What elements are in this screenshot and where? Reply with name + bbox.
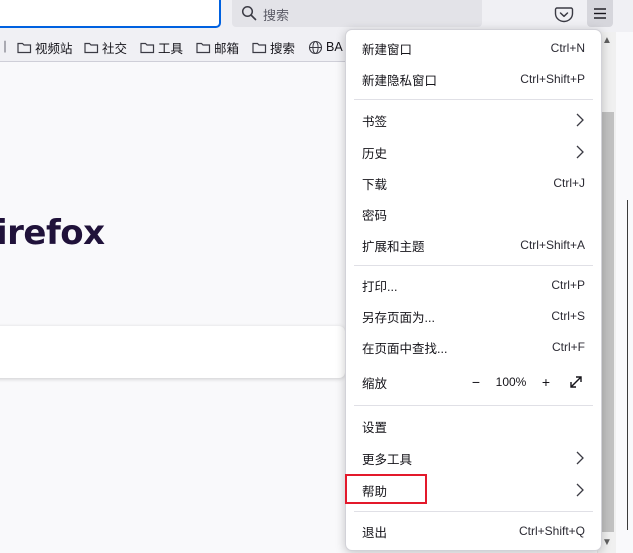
menu-item-shortcut: Ctrl+Shift+Q <box>518 524 585 538</box>
bookmark-folder[interactable]: 搜索 <box>252 39 296 56</box>
bookmark-label: 视频站 <box>35 41 73 56</box>
zoom-out-button[interactable]: − <box>467 373 485 391</box>
menu-bookmarks[interactable]: 书签 <box>354 106 593 134</box>
page-search-box[interactable] <box>0 326 345 378</box>
menu-item-label: 历史 <box>362 146 388 161</box>
app-menu-panel: 新建窗口 Ctrl+N 新建隐私窗口 Ctrl+Shift+P 书签 历史 下载… <box>345 29 602 551</box>
menu-quit[interactable]: 退出 Ctrl+Shift+Q <box>354 517 593 545</box>
menu-item-label: 另存页面为... <box>362 310 435 325</box>
menu-separator <box>354 99 593 100</box>
scrollbar-thumb[interactable] <box>600 112 614 532</box>
menu-downloads[interactable]: 下载 Ctrl+J <box>354 169 593 197</box>
bookmark-label: 邮箱 <box>214 41 240 56</box>
menu-print[interactable]: 打印... Ctrl+P <box>354 271 593 299</box>
zoom-in-button[interactable]: + <box>537 373 555 391</box>
menu-item-shortcut: Ctrl+J <box>553 176 585 190</box>
menu-item-shortcut: Ctrl+N <box>550 41 585 55</box>
menu-item-shortcut: Ctrl+F <box>552 340 585 354</box>
menu-new-private-window[interactable]: 新建隐私窗口 Ctrl+Shift+P <box>354 65 593 93</box>
bookmark-separator: ∣ <box>2 39 8 53</box>
menu-zoom: 缩放 − 100% + <box>354 368 593 396</box>
menu-item-shortcut: Ctrl+P <box>551 278 585 292</box>
menu-separator <box>354 511 593 512</box>
menu-item-label: 设置 <box>362 420 388 435</box>
menu-new-window[interactable]: 新建窗口 Ctrl+N <box>354 34 593 62</box>
menu-item-label: 在页面中查找... <box>362 341 448 356</box>
menu-item-shortcut: Ctrl+S <box>551 309 585 323</box>
bookmark-label: BA <box>326 40 343 54</box>
search-bar[interactable]: 搜索 <box>232 0 482 27</box>
bookmark-folder[interactable]: 邮箱 <box>196 39 240 56</box>
window-divider <box>627 200 628 530</box>
menu-item-shortcut: Ctrl+Shift+P <box>520 72 585 86</box>
menu-help[interactable]: 帮助 <box>354 476 593 504</box>
folder-icon <box>196 42 211 53</box>
folder-icon <box>17 42 32 53</box>
search-placeholder: 搜索 <box>263 8 290 23</box>
bookmark-folder[interactable]: 视频站 <box>17 39 73 56</box>
menu-item-label: 下载 <box>362 177 388 192</box>
bookmark-label: 搜索 <box>270 41 296 56</box>
folder-icon <box>252 42 267 53</box>
chevron-right-icon <box>576 113 584 127</box>
scroll-up-icon[interactable]: ▲ <box>600 34 614 48</box>
menu-history[interactable]: 历史 <box>354 138 593 166</box>
url-bar[interactable] <box>0 0 221 28</box>
scroll-down-icon[interactable]: ▼ <box>600 536 614 550</box>
menu-find-in-page[interactable]: 在页面中查找... Ctrl+F <box>354 333 593 361</box>
pocket-icon[interactable] <box>553 4 575 24</box>
menu-item-shortcut: Ctrl+Shift+A <box>520 238 585 252</box>
menu-item-label: 新建隐私窗口 <box>362 73 438 88</box>
window-edge <box>616 32 633 553</box>
globe-icon <box>308 40 323 54</box>
bookmark-label: 工具 <box>158 41 184 56</box>
menu-item-label: 扩展和主题 <box>362 239 425 254</box>
menu-settings[interactable]: 设置 <box>354 412 593 440</box>
menu-more-tools[interactable]: 更多工具 <box>354 444 593 472</box>
bookmark-folder[interactable]: 社交 <box>84 39 128 56</box>
hamburger-icon <box>587 8 613 30</box>
folder-icon <box>84 42 99 53</box>
app-menu-button[interactable] <box>587 0 613 27</box>
bookmark-label: 社交 <box>102 41 128 56</box>
chevron-right-icon <box>576 483 584 497</box>
menu-item-label: 帮助 <box>362 484 388 499</box>
chevron-right-icon <box>576 145 584 159</box>
bookmark-folder[interactable]: 工具 <box>140 39 184 56</box>
menu-item-label: 打印... <box>362 279 398 294</box>
menu-item-label: 更多工具 <box>362 452 413 467</box>
bookmark-link[interactable]: BA <box>308 39 343 55</box>
zoom-reset-button[interactable]: 100% <box>485 375 537 389</box>
menu-item-label: 退出 <box>362 525 388 540</box>
menu-separator <box>354 405 593 406</box>
nav-toolbar: 搜索 <box>0 0 633 32</box>
menu-item-label: 书签 <box>362 114 388 129</box>
menu-separator <box>354 265 593 266</box>
menu-addons-themes[interactable]: 扩展和主题 Ctrl+Shift+A <box>354 231 593 259</box>
menu-item-label: 密码 <box>362 208 388 223</box>
fullscreen-icon[interactable] <box>567 373 585 391</box>
zoom-controls: − 100% + <box>467 373 585 391</box>
menu-save-page-as[interactable]: 另存页面为... Ctrl+S <box>354 302 593 330</box>
magnifier-icon <box>241 5 257 21</box>
menu-item-label: 新建窗口 <box>362 42 413 57</box>
chevron-right-icon <box>576 451 584 465</box>
firefox-wordmark: irefox <box>0 213 105 253</box>
menu-passwords[interactable]: 密码 <box>354 200 593 228</box>
folder-icon <box>140 42 155 53</box>
menu-item-label: 缩放 <box>362 376 388 391</box>
